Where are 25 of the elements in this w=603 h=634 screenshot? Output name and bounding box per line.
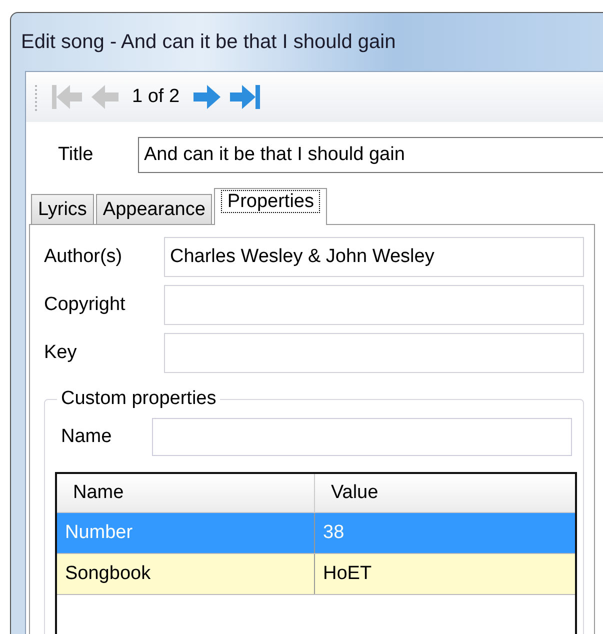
tab[interactable]: Appearance — [96, 194, 212, 224]
input-field[interactable] — [164, 285, 584, 325]
title-label: Title — [57, 144, 94, 166]
group-title: Custom properties — [57, 388, 220, 410]
input-field[interactable] — [164, 333, 584, 373]
title-input[interactable]: And can it be that I should gain — [138, 137, 603, 173]
table-cell: Songbook — [57, 554, 315, 594]
table-cell-text: 38 — [322, 521, 346, 545]
field-label: Key — [44, 342, 78, 364]
column-header[interactable]: Value — [315, 474, 575, 512]
toolbar-grip-icon[interactable] — [34, 82, 38, 112]
field-label: Copyright — [44, 294, 126, 316]
window-title: Edit song - And can it be that I should gain — [21, 30, 396, 54]
input-field[interactable]: Charles Wesley & John Wesley — [164, 237, 584, 277]
field-label: Name — [60, 426, 113, 448]
table-cell-text: HoET — [322, 562, 373, 586]
tab[interactable]: Properties — [214, 188, 327, 225]
table-row[interactable]: Songbook HoET — [57, 554, 575, 595]
column-header[interactable]: Name — [57, 474, 315, 512]
field-label: Author(s) — [44, 246, 124, 268]
table-cell: Number — [57, 513, 315, 553]
tab[interactable]: Lyrics — [31, 194, 94, 224]
record-position: 1 of 2 — [132, 86, 180, 108]
name-input[interactable] — [152, 418, 572, 456]
last-arrow-icon[interactable] — [228, 82, 262, 112]
